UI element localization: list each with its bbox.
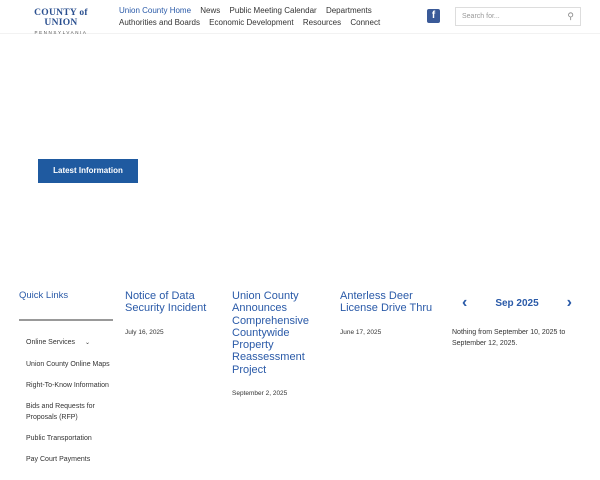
main-nav: Union County Home News Public Meeting Ca…	[119, 5, 389, 29]
news-date: July 16, 2025	[125, 328, 164, 336]
chevron-right-icon[interactable]: ›	[567, 294, 572, 312]
quick-link-court-payments[interactable]: Pay Court Payments	[26, 454, 116, 465]
logo-main: COUNTY of UNION	[34, 8, 88, 28]
nav-calendar[interactable]: Public Meeting Calendar	[230, 6, 317, 15]
news-item: Notice of Data Security Incident July 16…	[125, 290, 220, 336]
news-date: June 17, 2025	[340, 328, 382, 336]
quick-link-bids[interactable]: Bids and Requests for Proposals (RFP)	[26, 401, 116, 423]
chevron-left-icon[interactable]: ‹	[462, 294, 467, 312]
nav-departments[interactable]: Departments	[326, 6, 372, 15]
news-title[interactable]: Union County Announces Comprehensive Cou…	[232, 290, 327, 376]
quick-links-title: Quick Links	[19, 290, 69, 301]
nav-authorities[interactable]: Authorities and Boards	[119, 18, 200, 27]
events-calendar: ‹ Sep 2025 › Nothing from September 10, …	[452, 294, 582, 349]
nav-resources[interactable]: Resources	[303, 18, 341, 27]
news-title[interactable]: Notice of Data Security Incident	[125, 290, 220, 315]
nav-economic[interactable]: Economic Development	[209, 18, 293, 27]
quick-link-online-services[interactable]: Online Services ⌄	[26, 337, 116, 349]
quick-links-list: Online Services ⌄ Union County Online Ma…	[26, 337, 116, 475]
news-date: September 2, 2025	[232, 390, 288, 398]
quick-link-maps[interactable]: Union County Online Maps	[26, 359, 116, 370]
latest-information-button[interactable]: Latest Information	[38, 159, 138, 183]
quick-link-rtk[interactable]: Right-To-Know Information	[26, 380, 116, 391]
quick-link-transportation[interactable]: Public Transportation	[26, 433, 116, 444]
search-placeholder: Search for...	[462, 13, 500, 20]
news-item: Union County Announces Comprehensive Cou…	[232, 290, 327, 397]
divider	[19, 319, 113, 321]
site-header: COUNTY of UNION PENNSYLVANIA Union Count…	[0, 0, 600, 35]
news-title[interactable]: Anterless Deer License Drive Thru	[340, 290, 435, 315]
search-icon[interactable]: ⚲	[567, 11, 574, 22]
chevron-down-icon: ⌄	[84, 340, 91, 346]
quick-link-label: Online Services	[26, 339, 76, 346]
county-logo[interactable]: COUNTY of UNION PENNSYLVANIA	[18, 8, 104, 35]
logo-sub: PENNSYLVANIA	[34, 30, 88, 35]
nav-home[interactable]: Union County Home	[119, 6, 191, 15]
nav-news[interactable]: News	[200, 6, 220, 15]
news-item: Anterless Deer License Drive Thru June 1…	[340, 290, 435, 336]
calendar-month: Sep 2025	[495, 297, 539, 309]
calendar-message: Nothing from September 10, 2025 to Septe…	[452, 329, 566, 347]
search-input[interactable]: Search for... ⚲	[455, 7, 581, 26]
nav-connect[interactable]: Connect	[350, 18, 380, 27]
facebook-icon[interactable]: f	[427, 9, 440, 23]
